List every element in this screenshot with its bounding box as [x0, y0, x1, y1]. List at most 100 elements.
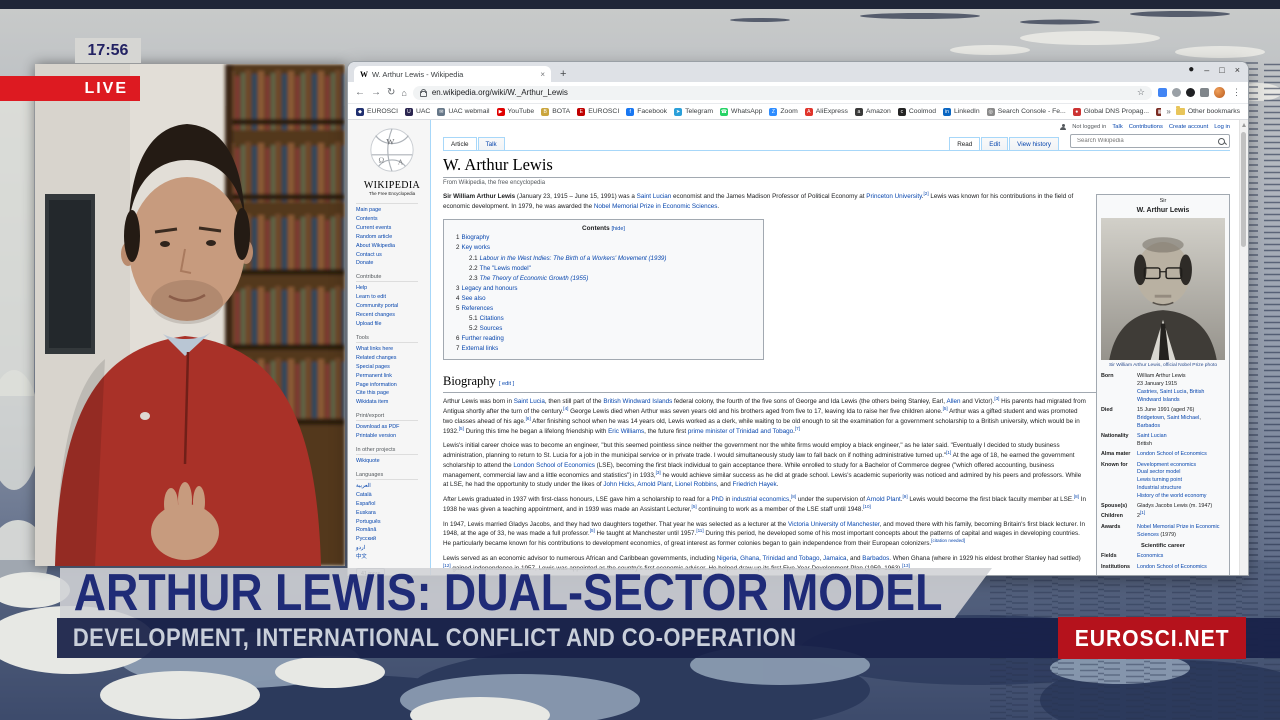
sidebar-link[interactable]: Русский [356, 535, 428, 544]
sidebar-link[interactable]: Donate [356, 259, 428, 268]
sidebar-link[interactable]: Permanent link [356, 372, 428, 381]
profile-avatar[interactable] [1214, 87, 1225, 98]
infobox-portrait[interactable] [1101, 218, 1225, 360]
browser-menu-icon[interactable]: ⋮ [1232, 87, 1241, 98]
toc-link[interactable]: The "Lewis model" [480, 265, 531, 272]
toc-link[interactable]: Citations [480, 315, 504, 322]
bookmark-item[interactable]: ☎ WhatsApp [720, 108, 762, 116]
sidebar-link[interactable]: Contents [356, 215, 428, 224]
toc-link[interactable]: The Theory of Economic Growth (1955) [480, 275, 589, 282]
forward-icon[interactable]: → [371, 87, 381, 98]
sidebar-link[interactable]: Help [356, 284, 428, 293]
sidebar-link[interactable]: Català [356, 491, 428, 500]
sidebar-link[interactable]: اردو [356, 544, 428, 553]
bookmark-item[interactable]: ✉ UAC webmail [437, 108, 489, 116]
sidebar-link[interactable]: Random article [356, 233, 428, 242]
edit-section-link[interactable]: [ edit ] [499, 381, 514, 387]
wiki-search-input[interactable] [1075, 137, 1218, 145]
sidebar-link[interactable]: Português [356, 518, 428, 527]
page-tab[interactable]: Talk [478, 137, 505, 150]
sidebar-link[interactable]: Related changes [356, 354, 428, 363]
bookmark-item[interactable]: ◆ EUROSCI [356, 108, 398, 116]
sidebar-link[interactable]: About Wikipedia [356, 242, 428, 251]
bookmark-item[interactable]: B BOTA [541, 108, 570, 116]
other-bookmarks-button[interactable]: Other bookmarks [1176, 108, 1240, 115]
sidebar-link[interactable]: 中文 [356, 553, 428, 562]
wiki-search-box[interactable] [1070, 134, 1230, 148]
toc-link[interactable]: Further reading [461, 335, 503, 342]
home-icon[interactable]: ⌂ [401, 88, 406, 98]
profile-dot-icon[interactable]: ● [1188, 64, 1194, 75]
page-tab[interactable]: Article [443, 137, 477, 150]
wikipedia-logo[interactable]: W Ω A WIKIPEDIA The Free Encyclopedia [356, 126, 428, 196]
translate-extension-icon[interactable] [1158, 88, 1167, 97]
toc-link[interactable]: References [461, 305, 493, 312]
bookmark-item[interactable]: c Coolmod [898, 108, 936, 116]
sidebar-link[interactable]: Wikidata item [356, 398, 428, 407]
dark-reader-extension-icon[interactable] [1186, 88, 1195, 97]
page-tab[interactable]: Edit [981, 137, 1008, 150]
bookmark-item[interactable]: U UAC [405, 108, 430, 116]
sidebar-link[interactable]: Current events [356, 224, 428, 233]
sidebar-link[interactable]: Wikiquote [356, 457, 428, 466]
bookmark-item[interactable]: ➤ Telegram [674, 108, 713, 116]
reload-icon[interactable]: ↻ [387, 87, 395, 98]
sidebar-link[interactable]: What links here [356, 345, 428, 354]
notification-extension-icon[interactable] [1172, 88, 1181, 97]
sidebar-link[interactable]: Learn to edit [356, 293, 428, 302]
bookmark-item[interactable]: ▶ YouTube [497, 108, 535, 116]
page-tab[interactable]: Read [949, 137, 980, 150]
toc-hide-toggle[interactable]: [hide] [612, 226, 625, 232]
browser-tab[interactable]: W W. Arthur Lewis - Wikipedia × [354, 66, 551, 82]
sidebar-link[interactable]: Contact us [356, 251, 428, 260]
bookmark-item[interactable]: ◎ Search Console - Fe... [987, 108, 1066, 116]
bookmark-item[interactable]: ▦ Livre - ARA - Alme... [1156, 108, 1161, 116]
personal-link[interactable]: Log in [1214, 124, 1230, 130]
bookmark-item[interactable]: ● Global DNS Propag... [1073, 108, 1149, 116]
bookmark-item[interactable]: A AliExpress [805, 108, 848, 116]
bookmark-item[interactable]: a Amazon [855, 108, 891, 116]
new-tab-button[interactable]: + [560, 66, 566, 82]
toc-link[interactable]: Legacy and honours [461, 285, 517, 292]
sidebar-link[interactable]: Community portal [356, 302, 428, 311]
toc-link[interactable]: Biography [461, 234, 489, 241]
sidebar-link[interactable]: Printable version [356, 432, 428, 441]
sidebar-link[interactable]: Special pages [356, 363, 428, 372]
toc-link[interactable]: Key works [461, 244, 490, 251]
sidebar-link[interactable]: Main page [356, 206, 428, 215]
personal-link[interactable]: Contributions [1129, 124, 1163, 130]
sidebar-link[interactable]: Cite this page [356, 389, 428, 398]
bookmark-star-icon[interactable]: ☆ [1137, 87, 1145, 98]
sidebar-link[interactable]: Română [356, 526, 428, 535]
tab-close-icon[interactable]: × [540, 70, 545, 79]
bookmark-item[interactable]: in LinkedIn [943, 108, 980, 116]
scrollbar-thumb[interactable] [1241, 132, 1246, 247]
page-tab[interactable]: View history [1009, 137, 1059, 150]
bookmark-item[interactable]: Z Zoom [769, 108, 797, 116]
personal-link[interactable]: Create account [1169, 124, 1208, 130]
sidebar-link[interactable]: Español [356, 500, 428, 509]
url-text[interactable]: en.wikipedia.org/wiki/W._Arthur_Lewis [432, 88, 1132, 97]
maximize-button[interactable]: □ [1219, 65, 1224, 75]
bookmark-item[interactable]: E EUROSCI [577, 108, 619, 116]
toc-link[interactable]: See also [461, 295, 485, 302]
personal-link[interactable]: Talk [1112, 124, 1122, 130]
minimize-button[interactable]: – [1204, 65, 1209, 75]
personal-link[interactable]: Not logged in [1072, 124, 1106, 130]
back-icon[interactable]: ← [355, 87, 365, 98]
address-bar[interactable]: en.wikipedia.org/wiki/W._Arthur_Lewis ☆ [413, 86, 1152, 100]
sidebar-link[interactable]: Download as PDF [356, 423, 428, 432]
sidebar-link[interactable]: Page information [356, 381, 428, 390]
sidebar-link[interactable]: Euskara [356, 509, 428, 518]
bookmark-item[interactable]: f Facebook [626, 108, 667, 116]
bookmarks-overflow-chevron[interactable]: » [1166, 107, 1170, 116]
close-button[interactable]: × [1235, 65, 1240, 75]
sidebar-link[interactable]: Recent changes [356, 311, 428, 320]
toc-link[interactable]: Sources [480, 325, 503, 332]
page-scrollbar[interactable] [1239, 120, 1248, 575]
toc-link[interactable]: External links [461, 345, 498, 352]
extensions-puzzle-icon[interactable] [1200, 88, 1209, 97]
sidebar-link[interactable]: العربية [356, 482, 428, 491]
sidebar-link[interactable]: Upload file [356, 320, 428, 329]
toc-link[interactable]: Labour in the West Indies: The Birth of … [480, 255, 667, 262]
